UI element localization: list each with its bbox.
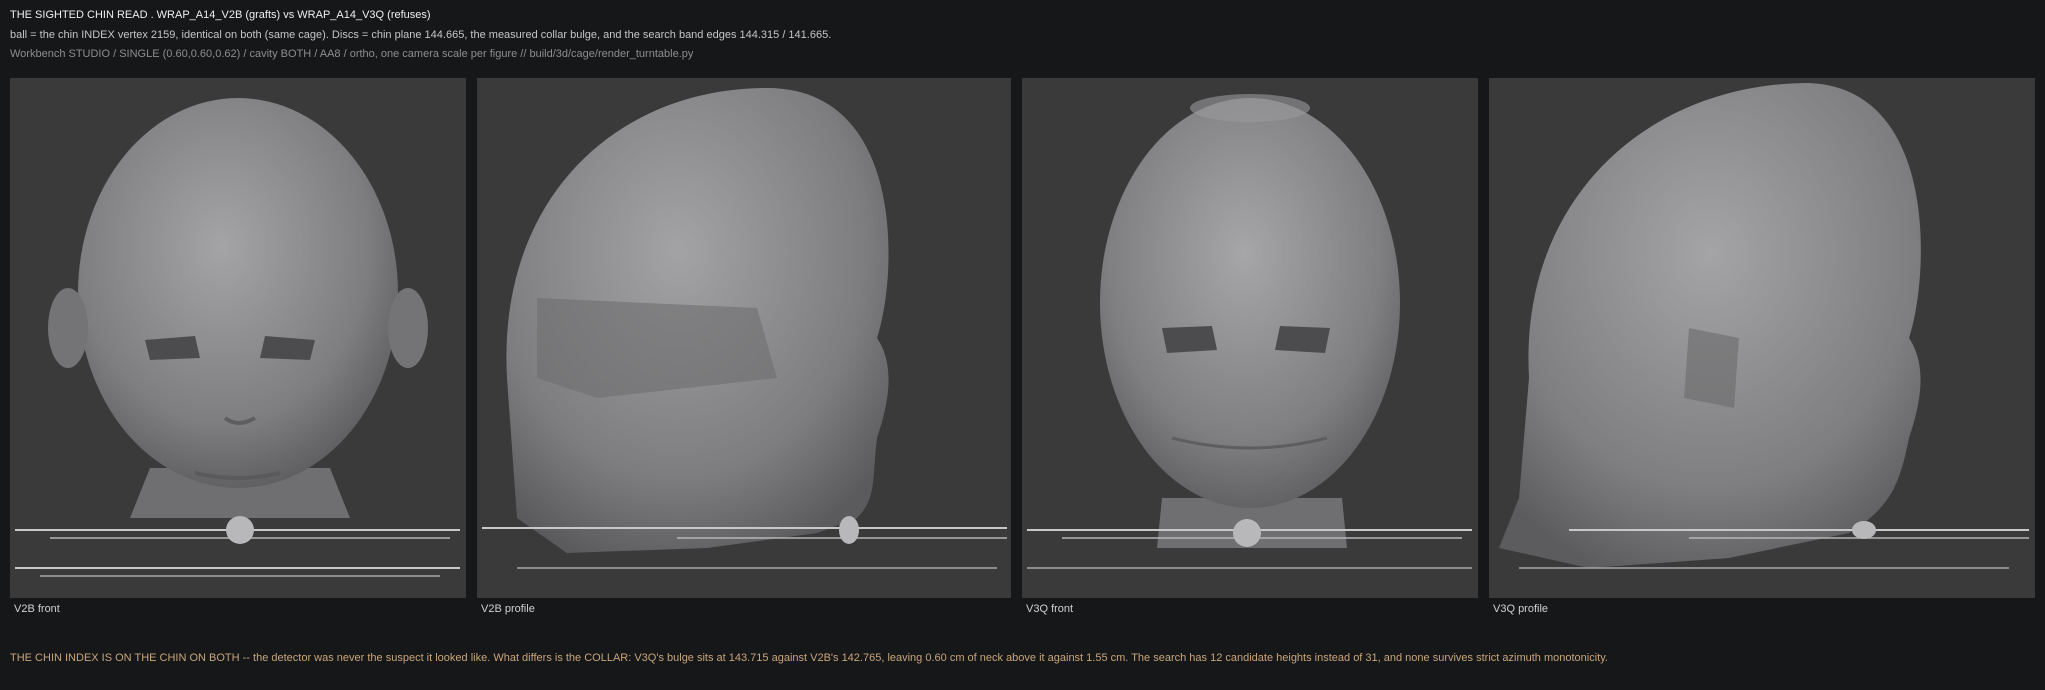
head-shape <box>78 98 398 488</box>
page-subtitle: ball = the chin INDEX vertex 2159, ident… <box>10 29 832 41</box>
render-panel-v3q-front <box>1022 78 1478 598</box>
head-shape <box>1499 83 1921 568</box>
render-meta: Workbench STUDIO / SINGLE (0.60,0.60,0.6… <box>10 48 694 60</box>
panel-caption: V3Q profile <box>1493 603 1549 615</box>
chin-index-ball <box>839 516 859 544</box>
head-render-v3q-front <box>1027 94 1472 569</box>
chin-index-ball <box>226 516 254 544</box>
conclusion-note: THE CHIN INDEX IS ON THE CHIN ON BOTH --… <box>10 652 1608 664</box>
page-title: THE SIGHTED CHIN READ . WRAP_A14_V2B (gr… <box>10 9 431 21</box>
render-panel-v2b-profile <box>477 78 1011 598</box>
panel-caption: V3Q front <box>1026 603 1074 615</box>
chin-index-ball <box>1852 521 1876 539</box>
chin-index-ball <box>1233 519 1261 547</box>
panel-caption: V2B front <box>14 603 60 615</box>
render-panel-v3q-profile <box>1489 78 2035 598</box>
head-render-v3q-profile <box>1499 83 2029 569</box>
head-render-v2b-front <box>15 98 460 577</box>
render-panel-v2b-front <box>10 78 466 598</box>
panel-caption: V2B profile <box>481 603 535 615</box>
head-render-v2b-profile <box>482 88 1007 569</box>
